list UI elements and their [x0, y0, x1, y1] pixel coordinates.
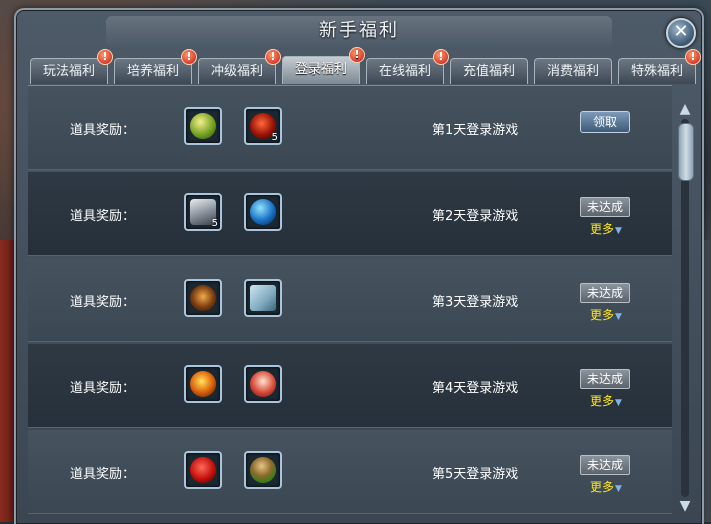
scroll-thumb[interactable]: [678, 123, 694, 181]
reward-row-day5: 道具奖励： 第5天登录游戏 未达成 更多▼: [28, 430, 672, 514]
more-label: 更多: [590, 480, 615, 494]
status-badge: 未达成: [580, 283, 630, 303]
tab-leveling[interactable]: 冲级福利!: [198, 49, 281, 84]
claim-button[interactable]: 领取: [580, 111, 630, 133]
item-slot[interactable]: [184, 451, 222, 489]
more-link[interactable]: 更多▼: [590, 220, 622, 237]
green-bowl-icon: [250, 457, 276, 483]
triangle-down-icon: ▼: [615, 312, 622, 322]
bronze-bear-icon: [190, 285, 216, 311]
fire-orb-icon: [190, 371, 216, 397]
tab-bar: 玩法福利! 培养福利! 冲级福利! 登录福利! 在线福利! 充值福利 消费福利 …: [30, 47, 710, 84]
tab-online[interactable]: 在线福利!: [366, 49, 449, 84]
tab-special[interactable]: 特殊福利!: [618, 49, 701, 84]
more-link[interactable]: 更多▼: [590, 306, 622, 323]
reward-label: 道具奖励：: [70, 381, 136, 396]
item-count: 5: [211, 218, 218, 229]
login-day-text: 第1天登录游戏: [432, 123, 519, 138]
login-day-text: 第2天登录游戏: [432, 209, 519, 224]
scroll-up-icon[interactable]: ▲: [676, 101, 694, 117]
tab-training[interactable]: 培养福利!: [114, 49, 197, 84]
green-gold-crest-icon: [190, 113, 216, 139]
alert-icon: !: [97, 49, 113, 65]
tab-label: 在线福利: [378, 64, 431, 79]
more-label: 更多: [590, 222, 615, 236]
reward-row-day1: 道具奖励： 5 第1天登录游戏 领取: [28, 86, 672, 170]
more-label: 更多: [590, 394, 615, 408]
alert-icon: !: [685, 49, 701, 65]
dialog-title: 新手福利: [319, 20, 399, 41]
tab-login[interactable]: 登录福利!: [282, 47, 365, 84]
item-slot[interactable]: [244, 193, 282, 231]
item-slot[interactable]: [244, 451, 282, 489]
tab-label: 冲级福利: [210, 64, 263, 79]
reward-label: 道具奖励：: [70, 467, 136, 482]
tab-label: 特殊福利: [630, 64, 683, 79]
tab-label: 玩法福利: [42, 64, 95, 79]
status-badge: 未达成: [580, 455, 630, 475]
alert-icon: !: [265, 49, 281, 65]
item-slot[interactable]: [244, 365, 282, 403]
item-slot[interactable]: [244, 279, 282, 317]
tab-label: 登录福利: [294, 62, 347, 77]
alert-icon: !: [433, 49, 449, 65]
item-count: 5: [271, 132, 278, 143]
triangle-down-icon: ▼: [615, 398, 622, 408]
item-slot[interactable]: 5: [244, 107, 282, 145]
tab-recharge[interactable]: 充值福利: [450, 58, 528, 84]
tab-gameplay[interactable]: 玩法福利!: [30, 49, 113, 84]
item-slot[interactable]: [184, 365, 222, 403]
scroll-down-icon[interactable]: ▼: [676, 498, 694, 514]
item-slot[interactable]: [184, 107, 222, 145]
reward-label: 道具奖励：: [70, 123, 136, 138]
triangle-down-icon: ▼: [615, 226, 622, 236]
doll-icon: [250, 371, 276, 397]
status-badge: 未达成: [580, 197, 630, 217]
red-orb-icon: [190, 457, 216, 483]
tab-label: 培养福利: [126, 64, 179, 79]
reward-row-day4: 道具奖励： 第4天登录游戏 未达成 更多▼: [28, 344, 672, 428]
reward-label: 道具奖励：: [70, 209, 136, 224]
scrollbar[interactable]: ▲ ▼: [674, 95, 696, 520]
more-label: 更多: [590, 308, 615, 322]
blue-orb-icon: [250, 199, 276, 225]
status-badge: 未达成: [580, 369, 630, 389]
item-slot[interactable]: 5: [184, 193, 222, 231]
reward-row-day3: 道具奖励： 第3天登录游戏 未达成 更多▼: [28, 258, 672, 342]
tab-label: 充值福利: [462, 64, 515, 79]
tab-consume[interactable]: 消费福利: [534, 58, 612, 84]
login-day-text: 第5天登录游戏: [432, 467, 519, 482]
newbie-welfare-dialog: 新手福利 ✕ 玩法福利! 培养福利! 冲级福利! 登录福利! 在线福利! 充值福…: [14, 8, 704, 524]
more-link[interactable]: 更多▼: [590, 478, 622, 495]
reward-row-day2: 道具奖励： 5 第2天登录游戏 未达成 更多▼: [28, 172, 672, 256]
alert-icon: !: [181, 49, 197, 65]
triangle-down-icon: ▼: [615, 484, 622, 494]
tab-label: 消费福利: [546, 64, 599, 79]
reward-list: 道具奖励： 5 第1天登录游戏 领取 道具奖励： 5 第2天登录游戏 未达成 更…: [28, 85, 672, 524]
more-link[interactable]: 更多▼: [590, 392, 622, 409]
alert-icon: !: [349, 47, 365, 63]
close-button[interactable]: ✕: [666, 18, 696, 48]
login-day-text: 第4天登录游戏: [432, 381, 519, 396]
scroll-icon: [250, 285, 276, 311]
reward-label: 道具奖励：: [70, 295, 136, 310]
login-day-text: 第3天登录游戏: [432, 295, 519, 310]
item-slot[interactable]: [184, 279, 222, 317]
